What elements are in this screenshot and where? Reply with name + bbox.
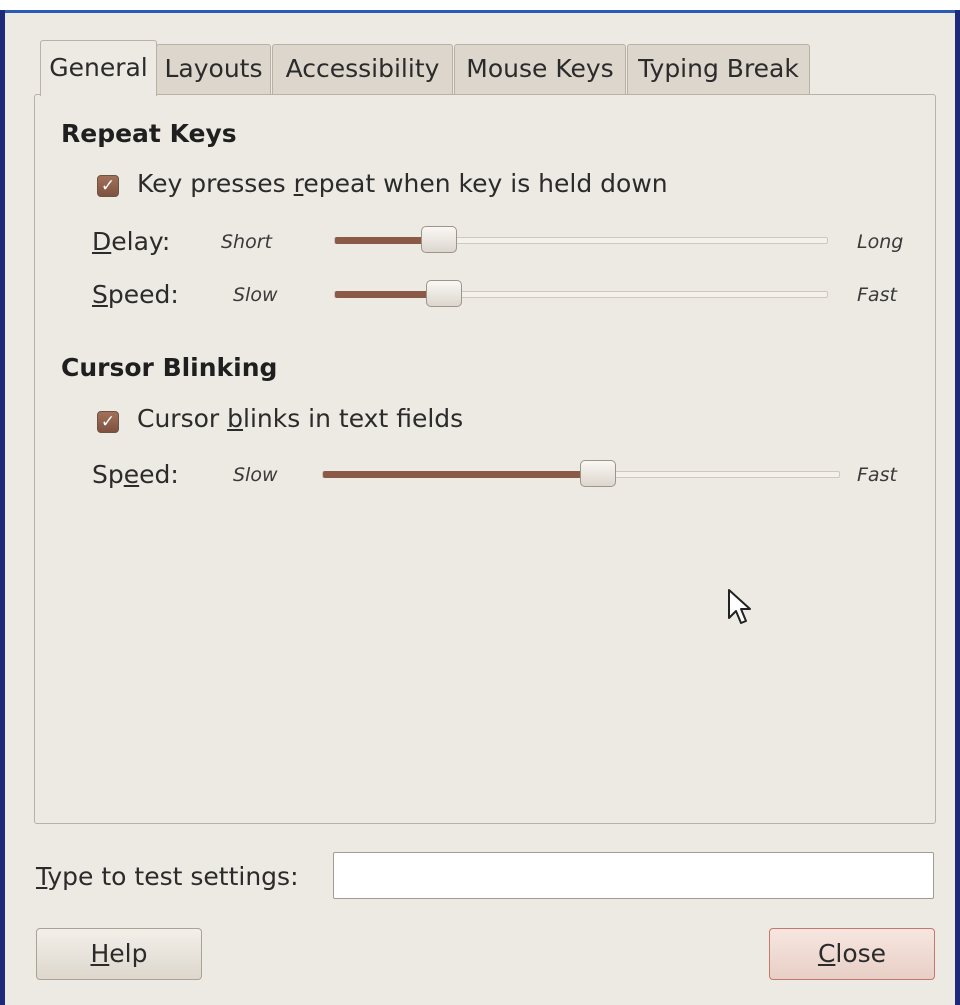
label-text: links in text fields xyxy=(243,404,464,433)
label-text: peed: xyxy=(107,280,179,309)
mnemonic-letter: C xyxy=(817,939,836,968)
cursor-blinking-heading: Cursor Blinking xyxy=(61,353,278,382)
window-right-border xyxy=(955,10,960,1005)
label-text: elay: xyxy=(111,227,171,256)
label-text: Key presses xyxy=(137,169,294,198)
delay-slider[interactable] xyxy=(334,226,828,253)
label-text: epeat when key is held down xyxy=(303,169,668,198)
test-settings-input[interactable] xyxy=(333,852,934,899)
help-button[interactable]: Help xyxy=(36,928,202,980)
tab-general[interactable]: General xyxy=(40,40,157,96)
blink-speed-min-label: Slow xyxy=(233,464,278,486)
repeat-keys-checkbox-label[interactable]: Key presses repeat when key is held down xyxy=(137,169,668,198)
delay-label: Delay: xyxy=(92,227,170,256)
mnemonic-letter: b xyxy=(227,404,243,433)
repeat-speed-label: Speed: xyxy=(92,280,179,309)
blink-speed-label: Speed: xyxy=(92,460,179,489)
repeat-keys-checkbox[interactable]: ✓ xyxy=(97,175,119,197)
general-tab-panel xyxy=(34,94,936,824)
label-text: Sp xyxy=(92,460,124,489)
slider-thumb[interactable] xyxy=(580,460,616,487)
slider-fill xyxy=(323,471,598,478)
mnemonic-letter: H xyxy=(90,939,110,968)
slider-thumb[interactable] xyxy=(421,226,457,253)
mouse-pointer-icon xyxy=(727,588,753,632)
mnemonic-letter: r xyxy=(293,169,304,198)
test-settings-label: Type to test settings: xyxy=(36,862,299,891)
button-label: lose xyxy=(835,939,887,968)
button-label: elp xyxy=(109,939,148,968)
delay-max-label: Long xyxy=(857,231,904,253)
tab-typing-break[interactable]: Typing Break xyxy=(627,44,810,94)
label-text: Cursor xyxy=(137,404,228,433)
checkmark-icon: ✓ xyxy=(100,176,116,196)
tab-accessibility[interactable]: Accessibility xyxy=(272,44,453,94)
window-top-border xyxy=(0,10,960,13)
tab-mouse-keys[interactable]: Mouse Keys xyxy=(454,44,626,94)
label-text: ed: xyxy=(139,460,179,489)
label-text: ype to test settings: xyxy=(47,862,299,891)
mnemonic-letter: D xyxy=(92,227,112,256)
repeat-speed-slider[interactable] xyxy=(334,280,828,307)
blink-speed-slider[interactable] xyxy=(322,460,840,487)
close-button[interactable]: Close xyxy=(769,928,935,980)
blink-speed-max-label: Fast xyxy=(857,464,897,486)
mnemonic-letter: S xyxy=(92,280,108,309)
window-left-border xyxy=(0,10,5,1005)
repeat-speed-min-label: Slow xyxy=(233,284,278,306)
checkmark-icon: ✓ xyxy=(100,412,116,432)
mnemonic-letter: T xyxy=(36,862,48,891)
cursor-blinks-checkbox-label[interactable]: Cursor blinks in text fields xyxy=(137,404,463,433)
repeat-keys-heading: Repeat Keys xyxy=(61,119,237,148)
delay-min-label: Short xyxy=(221,231,272,253)
repeat-speed-max-label: Fast xyxy=(857,284,897,306)
slider-thumb[interactable] xyxy=(426,280,462,307)
cursor-blinks-checkbox[interactable]: ✓ xyxy=(97,411,119,433)
window-top-strip xyxy=(0,0,960,10)
tab-layouts[interactable]: Layouts xyxy=(156,44,271,94)
mnemonic-letter: e xyxy=(123,460,140,489)
